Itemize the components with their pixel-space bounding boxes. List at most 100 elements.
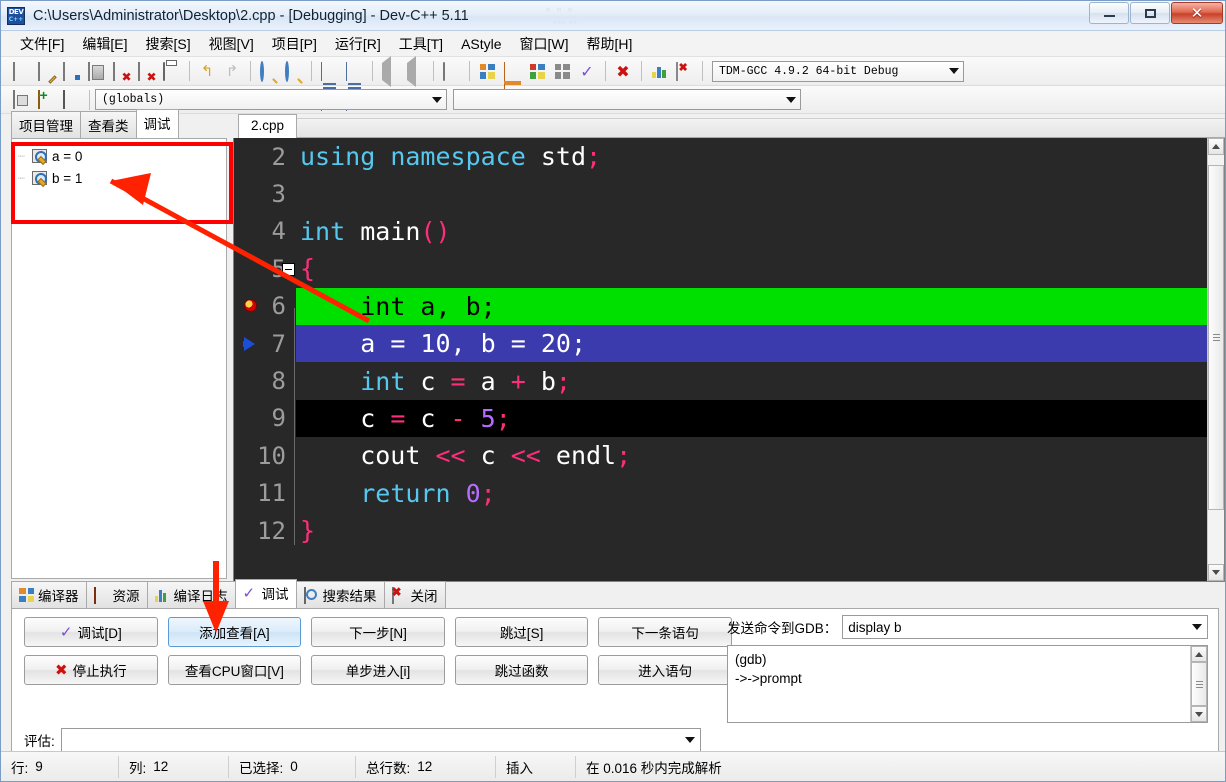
menu-item-edit[interactable]: 编辑[E] bbox=[73, 32, 136, 56]
tab-class-browser[interactable]: 查看类 bbox=[80, 111, 137, 138]
gdb-scrollbar[interactable] bbox=[1190, 646, 1207, 722]
menu-item-project[interactable]: 项目[P] bbox=[263, 32, 326, 56]
close-all-button[interactable]: ✖ bbox=[134, 60, 158, 83]
scroll-up-button[interactable] bbox=[1208, 138, 1224, 155]
code-line[interactable]: } bbox=[296, 512, 1207, 549]
code-line[interactable]: cout << c << endl; bbox=[296, 437, 1207, 474]
member-select[interactable] bbox=[453, 89, 801, 110]
forward-button[interactable] bbox=[403, 55, 427, 87]
stop-execution-toolbar-button[interactable]: ✖ bbox=[611, 60, 635, 83]
add-watch-button[interactable]: 添加查看[A] bbox=[167, 617, 302, 647]
evaluate-input[interactable] bbox=[60, 728, 701, 752]
menu-item-help[interactable]: 帮助[H] bbox=[578, 32, 642, 56]
gdb-scroll-thumb[interactable] bbox=[1191, 662, 1207, 706]
run-button[interactable] bbox=[500, 60, 524, 103]
code-line[interactable]: c = c - 5; bbox=[296, 399, 1207, 438]
toggle-panel-button[interactable] bbox=[439, 60, 463, 83]
stop-execution-button[interactable]: ✖ 停止执行 bbox=[24, 655, 158, 685]
debug-button[interactable]: ✓ 调试[D] bbox=[24, 617, 158, 647]
tab-compile-log[interactable]: 编译日志 bbox=[146, 581, 236, 608]
tab-compiler[interactable]: 编译器 bbox=[11, 581, 87, 608]
tab-search-results[interactable]: 搜索结果 bbox=[295, 581, 385, 608]
menu-item-astyle[interactable]: AStyle bbox=[452, 34, 510, 54]
editor-gutter[interactable]: 2 3 4 5 6 7 8 9 10 11 12 bbox=[234, 138, 296, 581]
code-line[interactable]: a = 10, b = 20; bbox=[296, 324, 1207, 363]
code-line[interactable]: int c = a + b; bbox=[296, 362, 1207, 399]
gdb-output-console[interactable]: (gdb) ->->prompt bbox=[727, 645, 1208, 723]
delete-profile-button[interactable] bbox=[672, 60, 696, 83]
menu-item-file[interactable]: 文件[F] bbox=[11, 32, 73, 56]
indent-button[interactable] bbox=[342, 60, 366, 111]
redo-button[interactable]: ↱ bbox=[220, 60, 244, 83]
editor-vertical-scrollbar[interactable] bbox=[1207, 138, 1224, 581]
step-over-function-button[interactable]: 跳过函数 bbox=[454, 655, 589, 685]
code-editor[interactable]: 2 3 4 5 6 7 8 9 10 11 12 using namespace std; int m… bbox=[233, 138, 1225, 582]
compiler-select[interactable]: TDM-GCC 4.9.2 64-bit Debug bbox=[712, 60, 964, 82]
next-statement-button[interactable]: 下一条语句 bbox=[598, 617, 732, 647]
step-into-statement-button[interactable]: 进入语句 bbox=[598, 655, 732, 685]
save-all-button[interactable] bbox=[84, 60, 108, 83]
code-line[interactable] bbox=[296, 175, 1207, 212]
print-button[interactable] bbox=[159, 60, 183, 83]
code-token: endl bbox=[540, 441, 617, 471]
watch-item[interactable]: ┈ a = 0 bbox=[18, 145, 226, 167]
menu-item-search[interactable]: 搜索[S] bbox=[136, 32, 199, 56]
code-fold-toggle[interactable] bbox=[282, 262, 295, 276]
profile-button[interactable] bbox=[647, 60, 671, 83]
minimize-button[interactable] bbox=[1089, 2, 1129, 24]
compile-button[interactable] bbox=[475, 60, 499, 83]
syntax-check-button[interactable]: ✓ bbox=[575, 60, 599, 83]
close-file-button[interactable]: ✖ bbox=[109, 60, 133, 83]
next-step-button[interactable]: 下一步[N] bbox=[311, 617, 445, 647]
breakpoint-icon[interactable] bbox=[244, 299, 257, 313]
scroll-down-button[interactable] bbox=[1208, 564, 1224, 581]
tab-debug[interactable]: 调试 bbox=[135, 109, 179, 138]
new-file-button[interactable] bbox=[9, 60, 33, 83]
editor-tab-2cpp[interactable]: 2.cpp bbox=[238, 114, 298, 138]
tab-project-manager[interactable]: 项目管理 bbox=[11, 111, 81, 138]
menu-item-run[interactable]: 运行[R] bbox=[326, 32, 390, 56]
goto-line-button[interactable] bbox=[317, 60, 341, 111]
code-line[interactable]: { bbox=[296, 250, 1207, 287]
code-text-area[interactable]: using namespace std; int main() { int a, b… bbox=[296, 138, 1207, 581]
replace-button[interactable] bbox=[281, 60, 305, 83]
back-button[interactable] bbox=[378, 55, 402, 87]
open-file-button[interactable] bbox=[34, 60, 58, 84]
save-file-button[interactable] bbox=[59, 60, 83, 83]
rebuild-button[interactable] bbox=[550, 60, 574, 83]
code-line[interactable]: return 0; bbox=[296, 475, 1207, 512]
project-options-button[interactable] bbox=[59, 88, 83, 111]
add-to-project-button[interactable] bbox=[34, 88, 58, 111]
view-cpu-window-button[interactable]: 查看CPU窗口[V] bbox=[167, 655, 302, 685]
watch-list[interactable]: ┈ a = 0 ┈ b = 1 bbox=[11, 138, 227, 579]
status-line: 行: 9 bbox=[1, 755, 119, 778]
goto-line-icon bbox=[320, 61, 338, 111]
gdb-scroll-up-button[interactable] bbox=[1191, 646, 1207, 662]
close-button[interactable]: ✕ bbox=[1171, 2, 1223, 24]
line-number: 8 bbox=[271, 367, 286, 396]
gdb-scroll-down-button[interactable] bbox=[1191, 706, 1207, 722]
menu-item-view[interactable]: 视图[V] bbox=[200, 32, 263, 56]
scroll-thumb[interactable] bbox=[1208, 165, 1224, 510]
code-line[interactable]: int main() bbox=[296, 213, 1207, 250]
skip-button[interactable]: 跳过[S] bbox=[454, 617, 589, 647]
new-project-button[interactable] bbox=[9, 88, 33, 111]
tab-close-panel[interactable]: 关闭 bbox=[383, 581, 446, 608]
compile-run-button[interactable] bbox=[525, 60, 549, 83]
tab-debug-bottom[interactable]: ✓ 调试 bbox=[234, 579, 297, 608]
menu-item-window[interactable]: 窗口[W] bbox=[511, 32, 578, 56]
code-line[interactable]: using namespace std; bbox=[296, 138, 1207, 175]
undo-button[interactable]: ↰ bbox=[195, 60, 219, 83]
tab-resources[interactable]: 资源 bbox=[85, 581, 148, 608]
gdb-command-input[interactable]: display b bbox=[842, 615, 1208, 639]
step-into-button[interactable]: 单步进入[i] bbox=[311, 655, 445, 685]
scroll-track[interactable] bbox=[1208, 155, 1224, 564]
menu-item-tools[interactable]: 工具[T] bbox=[390, 32, 452, 56]
maximize-button[interactable] bbox=[1130, 2, 1170, 24]
find-button[interactable] bbox=[256, 60, 280, 83]
watch-item[interactable]: ┈ b = 1 bbox=[18, 167, 226, 189]
scope-select[interactable]: (globals) bbox=[95, 89, 447, 110]
code-line[interactable]: int a, b; bbox=[296, 287, 1207, 325]
